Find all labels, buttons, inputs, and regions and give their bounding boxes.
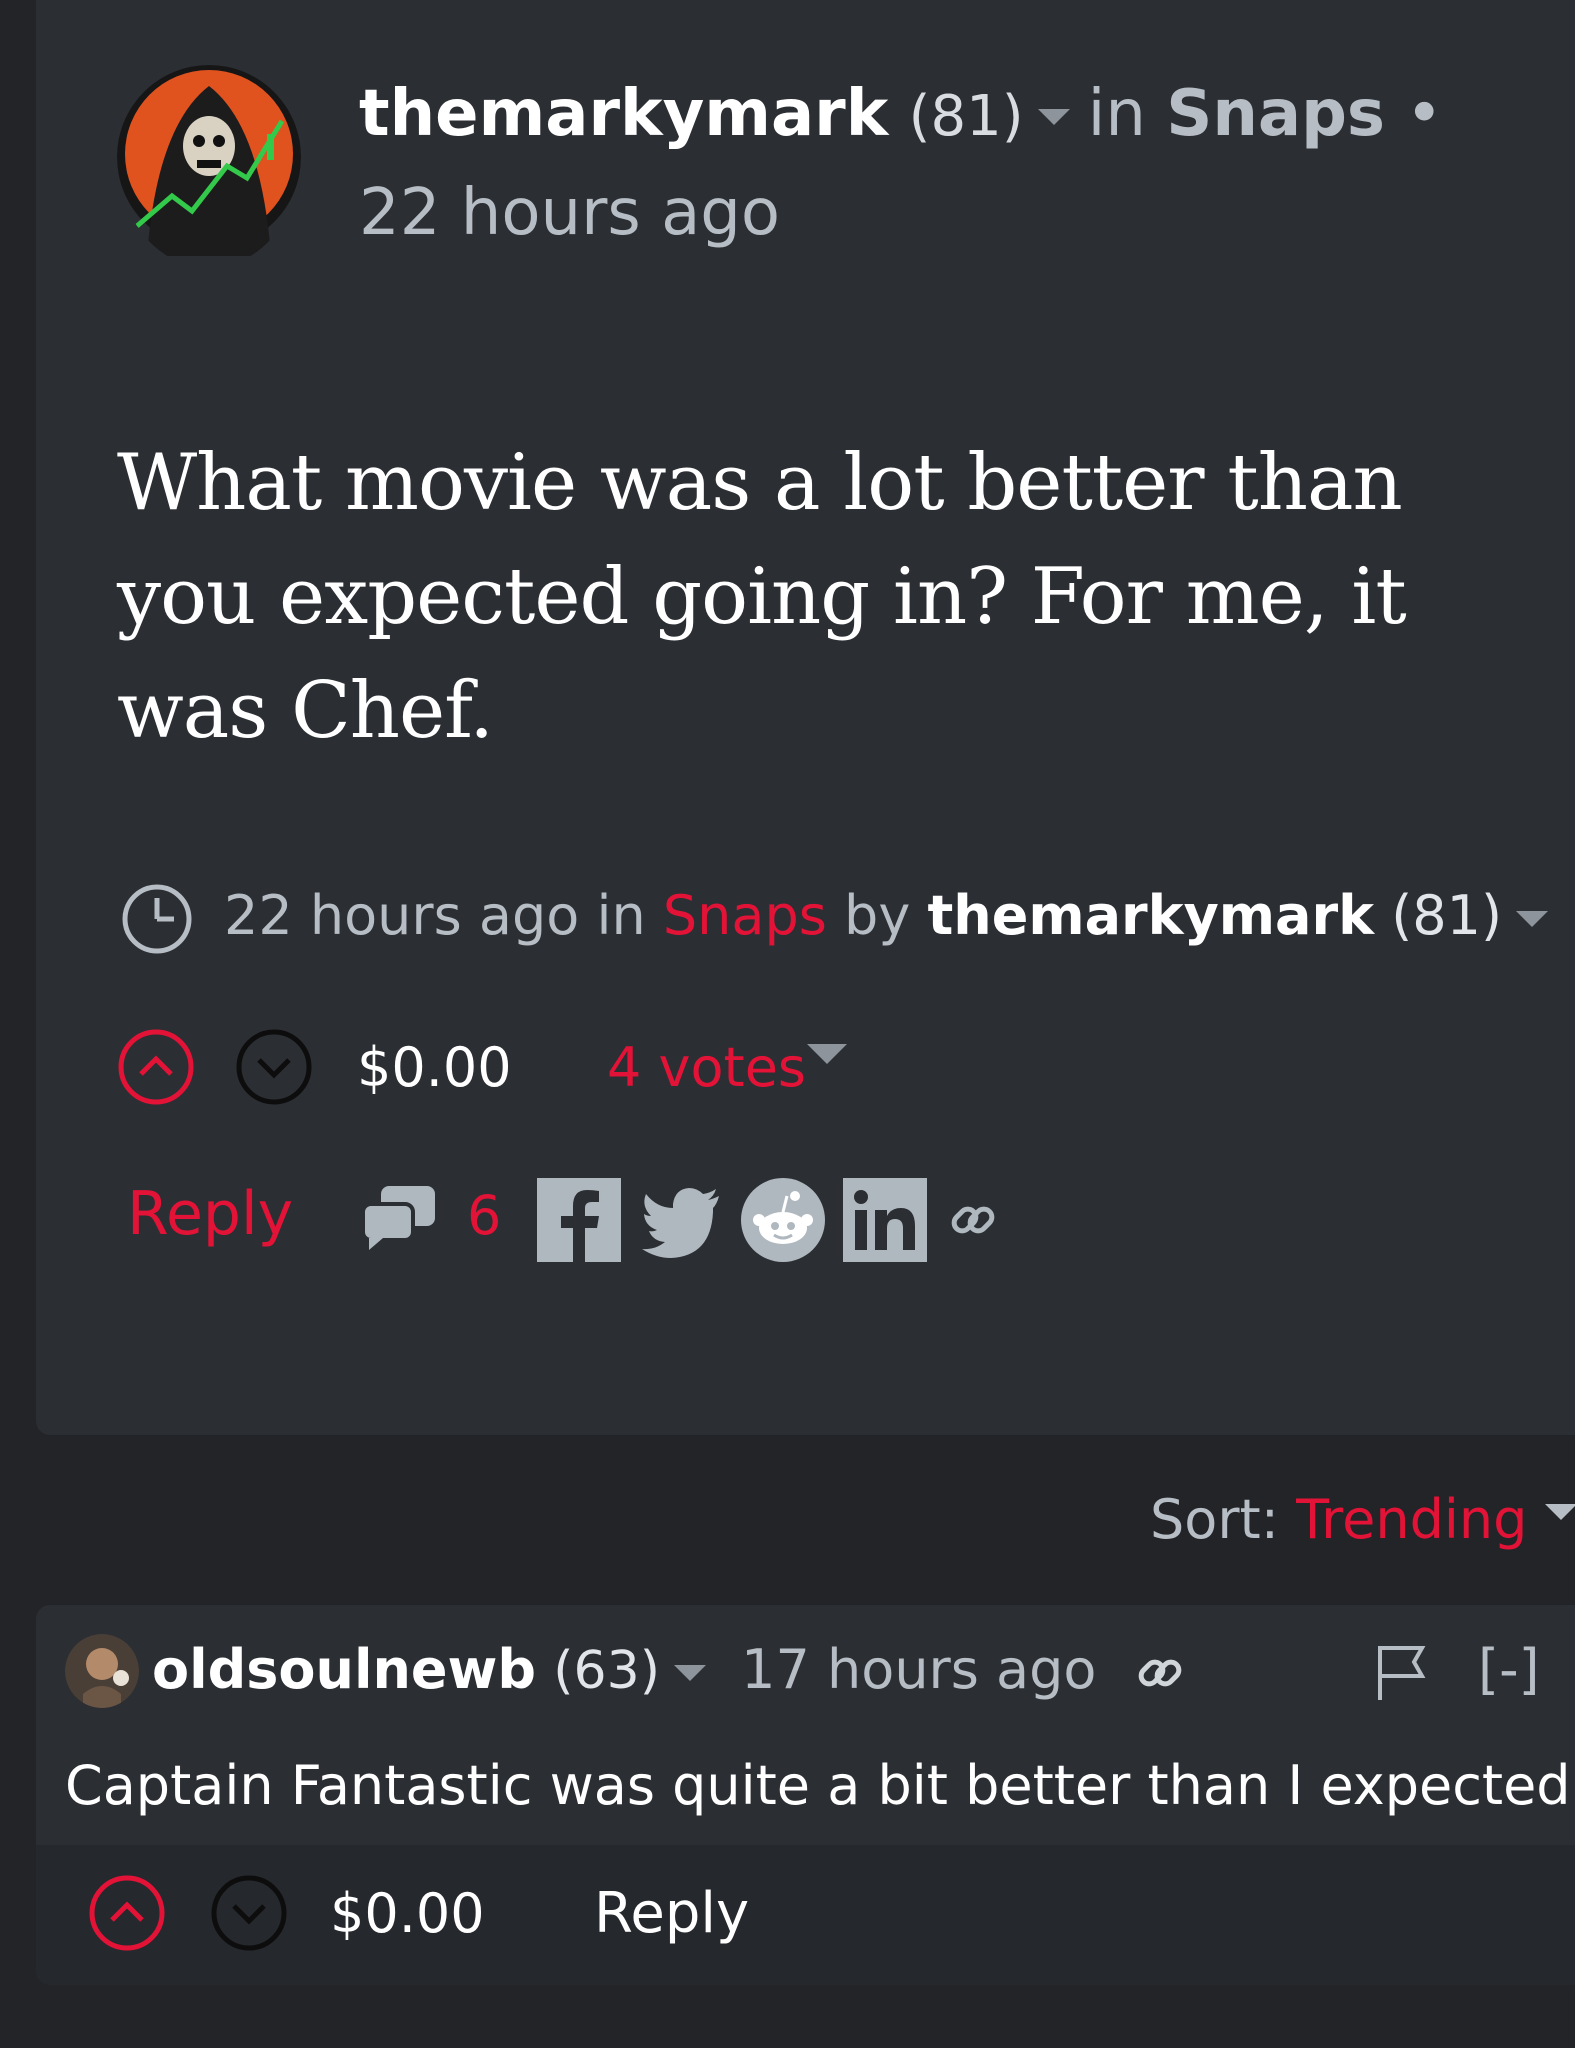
downvote-icon[interactable] xyxy=(235,1028,313,1106)
twitter-icon[interactable] xyxy=(639,1178,723,1262)
comment-author-caret-icon[interactable] xyxy=(674,1665,706,1682)
reddit-icon[interactable] xyxy=(741,1178,825,1262)
post-vote-row: $0.00 4 votes xyxy=(117,1024,1117,1114)
comment-header: oldsoulnewb (63) 17 hours ago xyxy=(152,1632,1188,1709)
post-author-reputation: (81) xyxy=(908,84,1024,149)
comment-reply-link[interactable]: Reply xyxy=(594,1876,749,1952)
post-in-word: in xyxy=(1087,77,1146,151)
meta-author-caret-icon[interactable] xyxy=(1516,911,1549,928)
sort-caret-icon[interactable] xyxy=(1545,1504,1575,1520)
permalink-icon[interactable] xyxy=(945,1192,1001,1248)
author-avatar[interactable] xyxy=(117,46,301,268)
meta-author-reputation: (81) xyxy=(1391,884,1503,947)
post-author-name[interactable]: themarkymark xyxy=(359,77,888,151)
meta-in-word: in xyxy=(596,884,646,947)
comment-vote-row: $0.00 Reply xyxy=(88,1870,988,1960)
collapse-toggle[interactable]: [-] xyxy=(1478,1632,1540,1708)
post-payout[interactable]: $0.00 xyxy=(357,1030,512,1106)
post-time-header: 22 hours ago xyxy=(359,176,781,250)
post-reply-link[interactable]: Reply xyxy=(127,1174,293,1254)
post-header: themarkymark (81) in Snaps • 22 hours ago xyxy=(359,66,1509,261)
post-action-row: Reply 6 xyxy=(127,1170,1227,1270)
comment-body: Captain Fantastic was quite a bit better… xyxy=(65,1754,1575,1817)
post-category-link[interactable]: Snaps xyxy=(1166,77,1385,151)
sort-value[interactable]: Trending xyxy=(1296,1488,1527,1551)
meta-time: 22 hours ago xyxy=(224,884,580,947)
comments-icon[interactable] xyxy=(359,1182,439,1252)
meta-category-link[interactable]: Snaps xyxy=(663,884,827,947)
comment-payout[interactable]: $0.00 xyxy=(330,1876,485,1952)
sort-label: Sort: xyxy=(1150,1488,1279,1551)
comment-upvote-icon[interactable] xyxy=(88,1874,166,1952)
post-meta: 22 hours ago in Snaps by themarkymark (8… xyxy=(120,878,1566,956)
bullet-separator: • xyxy=(1405,77,1444,151)
linkedin-icon[interactable] xyxy=(843,1178,927,1262)
comment-permalink-icon[interactable] xyxy=(1132,1645,1188,1701)
comment-downvote-icon[interactable] xyxy=(210,1874,288,1952)
comment-author-reputation: (63) xyxy=(553,1641,660,1701)
comment-sort[interactable]: Sort: Trending xyxy=(1150,1480,1575,1560)
page: themarkymark (81) in Snaps • 22 hours ago… xyxy=(0,0,1575,2048)
comment-time[interactable]: 17 hours ago xyxy=(741,1638,1096,1701)
flag-icon[interactable] xyxy=(1374,1642,1428,1702)
clock-icon xyxy=(122,884,192,954)
post-comment-count[interactable]: 6 xyxy=(467,1178,501,1254)
post-votes-count[interactable]: 4 votes xyxy=(607,1030,806,1106)
votes-dropdown-caret-icon[interactable] xyxy=(807,1044,847,1064)
post-title: What movie was a lot better than you exp… xyxy=(117,438,1407,756)
meta-by-word: by xyxy=(844,884,911,947)
comment-author-avatar[interactable] xyxy=(65,1634,139,1708)
facebook-icon[interactable] xyxy=(537,1178,621,1262)
meta-author-link[interactable]: themarkymark xyxy=(927,884,1374,947)
comment-author-name[interactable]: oldsoulnewb xyxy=(152,1638,536,1701)
upvote-icon[interactable] xyxy=(117,1028,195,1106)
author-menu-caret-icon[interactable] xyxy=(1037,109,1070,126)
